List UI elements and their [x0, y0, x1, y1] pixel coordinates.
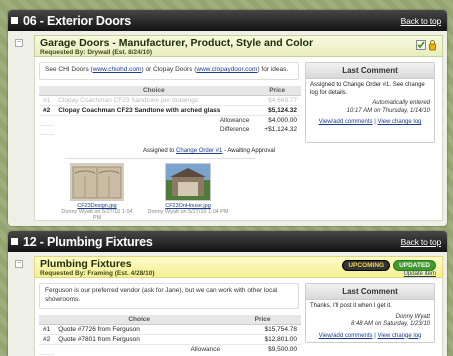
chi-doors-link[interactable]: www.chiohd.com: [93, 66, 142, 73]
photo-thumbnail[interactable]: CF23OnHouse.jpg Donny Wyatt on 5/27/10 1…: [147, 163, 229, 215]
assign-text: - Awaiting Approval: [222, 148, 275, 154]
col-price-header: Price: [224, 315, 301, 325]
item-title: Garage Doors - Manufacturer, Product, St…: [40, 37, 314, 49]
row-price: $12,801.00: [224, 334, 301, 345]
section-header: 12 - Plumbing Fixtures Back to top: [8, 231, 447, 252]
assign-text: Assigned to: [143, 148, 177, 154]
row-choice: Clopay Coachman CF23 Sandtone with arche…: [54, 105, 254, 116]
choices-table: Choice Price #1 Clopay Coachman CF23 Sandt…: [39, 86, 301, 135]
allowance-label: Allowance: [219, 117, 250, 124]
difference-value: +$1,124.32: [264, 126, 297, 133]
row-choice: Quote #7726 from Ferguson: [54, 324, 225, 335]
change-order-link[interactable]: Change Order #1: [176, 148, 222, 154]
allowance-label: Allowance: [190, 346, 221, 353]
assignment-status: Assigned to Change Order #1 - Awaiting A…: [143, 148, 275, 154]
row-price: $4,669.77: [253, 95, 301, 106]
section-square-icon: [11, 17, 18, 24]
section-body: − Garage Doors - Manufacturer, Product, …: [8, 31, 447, 226]
col-price-header: Price: [253, 86, 301, 96]
item-header: Garage Doors - Manufacturer, Product, St…: [34, 35, 443, 57]
desc-text: ) for ideas.: [257, 66, 289, 73]
row-price: $5,124.32: [253, 105, 301, 116]
difference-label: Difference: [219, 126, 250, 133]
item-requested-by: Requested By: Framing (Est. 4/28/10): [40, 270, 155, 277]
row-num: #1: [39, 324, 55, 335]
view-change-log-link[interactable]: View change log: [377, 333, 421, 339]
upcoming-badge: UPCOMING: [342, 260, 391, 271]
table-row[interactable]: #1 Clopay Coachman CF23 Sandtone per draw…: [39, 95, 301, 106]
allowance-value: $4,000.00: [268, 117, 297, 124]
last-comment-box: Last Comment Thanks. I'll post it when I…: [305, 283, 435, 343]
clopay-link[interactable]: www.clopaydoor.com: [196, 66, 257, 73]
last-comment-text: Assigned to Change Order #1. See change …: [310, 82, 425, 96]
last-comment-time: 10:17 AM on Thursday, 1/14/10: [346, 107, 430, 114]
comment-links: View/add comments | View change log: [306, 115, 434, 125]
section-title: 06 - Exterior Doors: [23, 13, 132, 28]
item-header: Plumbing Fixtures Requested By: Framing …: [34, 256, 443, 278]
collapse-toggle[interactable]: −: [15, 39, 23, 47]
house-image[interactable]: [165, 163, 211, 201]
last-comment-header: Last Comment: [306, 63, 434, 79]
update-item-link[interactable]: Update item: [404, 271, 436, 277]
section-plumbing-fixtures: 12 - Plumbing Fixtures Back to top − Plu…: [8, 231, 447, 356]
lock-icon[interactable]: [429, 40, 436, 51]
section-header: 06 - Exterior Doors Back to top: [8, 10, 447, 31]
photo-uploader: Donny Wyatt on 5/27/10 1:04 PM: [61, 209, 133, 221]
back-to-top-link[interactable]: Back to top: [401, 16, 442, 26]
last-comment-time: 8:48 AM on Saturday, 1/23/10: [350, 321, 430, 327]
view-comments-link[interactable]: View/add comments: [319, 119, 373, 125]
table-row[interactable]: #2 Clopay Coachman CF23 Sandtone with arc…: [39, 105, 301, 116]
section-exterior-doors: 06 - Exterior Doors Back to top − Garage…: [8, 10, 447, 226]
view-comments-link[interactable]: View/add comments: [319, 333, 373, 339]
col-choice-header: Choice: [54, 86, 254, 96]
item-description: Ferguson is our preferred vendor (ask fo…: [39, 283, 299, 309]
row-choice: Quote #7801 from Ferguson: [54, 334, 225, 345]
photo-thumbnail[interactable]: CF23Design.jpg Donny Wyatt on 5/27/10 1:…: [59, 163, 135, 221]
table-row[interactable]: #2 Quote #7801 from Ferguson $12,801.00: [39, 334, 301, 345]
updated-badge: UPDATED: [393, 260, 436, 271]
section-title: 12 - Plumbing Fixtures: [23, 234, 153, 249]
last-comment-author: Automatically entered: [372, 100, 430, 106]
item-description: See CHI Doors (www.chiohd.com) or Clopay…: [39, 62, 299, 80]
row-choice: Clopay Coachman CF23 Sandtone per drawin…: [54, 95, 254, 106]
back-to-top-link[interactable]: Back to top: [401, 237, 442, 247]
row-num: #2: [39, 105, 55, 116]
row-num: #1: [39, 95, 55, 106]
row-num: #2: [39, 334, 55, 345]
item-panel: See CHI Doors (www.chiohd.com) or Clopay…: [34, 57, 443, 221]
last-comment-text: Thanks. I'll post it when I get it.: [310, 303, 392, 309]
checkmark-icon[interactable]: [416, 40, 426, 50]
last-comment-header: Last Comment: [306, 284, 434, 300]
view-change-log-link[interactable]: View change log: [377, 119, 421, 125]
row-price: $15,754.78: [224, 324, 301, 335]
garage-door-image[interactable]: [70, 163, 124, 201]
last-comment-author: Donny Wyatt: [395, 313, 430, 320]
photo-uploader: Donny Wyatt on 5/27/10 1:04 PM: [147, 209, 229, 215]
section-square-icon: [11, 238, 18, 245]
allowance-value: $9,500.00: [268, 346, 297, 353]
collapse-toggle[interactable]: −: [15, 260, 23, 268]
section-body: − Plumbing Fixtures Requested By: Framin…: [8, 252, 447, 356]
comment-links: View/add comments | View change log: [306, 329, 434, 339]
choices-table: Choice Price #1 Quote #7726 from Ferguson $…: [39, 315, 301, 355]
item-requested-by: Requested By: Drywall (Est. 8/24/10): [40, 49, 152, 56]
item-panel: Ferguson is our preferred vendor (ask fo…: [34, 278, 443, 356]
desc-text: See CHI Doors (: [45, 66, 93, 73]
last-comment-box: Last Comment Assigned to Change Order #1…: [305, 62, 435, 143]
table-row[interactable]: #1 Quote #7726 from Ferguson $15,754.78: [39, 324, 301, 335]
desc-text: ) or Clopay Doors (: [141, 66, 197, 73]
col-choice-header: Choice: [54, 315, 225, 325]
